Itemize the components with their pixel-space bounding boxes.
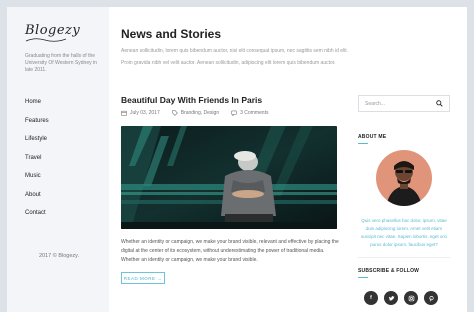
tag-icon: [172, 110, 178, 116]
nav-item-about[interactable]: About: [25, 192, 49, 211]
sidebar-nav: Home Features Lifestyle Travel Music Abo…: [25, 99, 49, 229]
logo-swash-icon: [25, 38, 67, 42]
search-input[interactable]: Search...: [365, 101, 436, 107]
read-more-button[interactable]: READ MORE →: [121, 272, 165, 284]
nav-item-features[interactable]: Features: [25, 118, 49, 137]
search-box[interactable]: Search...: [358, 95, 450, 112]
site-logo[interactable]: Blogezy: [25, 23, 80, 38]
about-me-underline: [358, 143, 368, 144]
avatar-illustration: [376, 150, 432, 206]
nav-item-lifestyle[interactable]: Lifestyle: [25, 136, 49, 155]
page-frame: Blogezy Graduating from the halls of the…: [7, 7, 467, 312]
about-me-title: ABOUT ME: [358, 134, 387, 140]
search-icon[interactable]: [436, 100, 443, 107]
post-categories-text: Branding, Design: [180, 110, 220, 116]
post-categories[interactable]: Branding, Design: [172, 110, 219, 116]
post-date-text: July 03, 2017: [130, 110, 160, 116]
subscribe-title: SUBSCRIBE & FOLLOW: [358, 268, 420, 274]
post-title[interactable]: Beautiful Day With Friends In Paris: [121, 95, 262, 105]
post-date: July 03, 2017: [121, 110, 160, 116]
about-me-text: Quis vero phasellus hac dolor, ipsum, vi…: [360, 218, 448, 247]
pinterest-glyph-icon: [428, 295, 434, 301]
calendar-icon: [121, 110, 127, 116]
copyright: 2017 © Blogezy.: [39, 253, 80, 259]
widget-divider: [358, 257, 450, 258]
site-tagline: Graduating from the halls of the Univers…: [25, 53, 97, 73]
page-description: Aenean sollicitudin, lorem quis bibendum…: [121, 48, 349, 66]
post-meta: July 03, 2017 Branding, Design 3 Comment…: [121, 110, 268, 116]
facebook-icon[interactable]: f: [364, 291, 378, 305]
subscribe-underline: [358, 277, 368, 278]
instagram-glyph-icon: [408, 295, 414, 301]
avatar: [376, 150, 432, 206]
sidebar: Blogezy Graduating from the halls of the…: [7, 7, 109, 312]
main-content: News and Stories Aenean sollicitudin, lo…: [121, 7, 467, 312]
twitter-bird-icon: [388, 295, 394, 300]
page-title: News and Stories: [121, 27, 222, 41]
post-image-illustration: [121, 126, 337, 229]
comment-icon: [231, 110, 237, 116]
nav-item-music[interactable]: Music: [25, 173, 49, 192]
nav-item-contact[interactable]: Contact: [25, 210, 49, 229]
instagram-icon[interactable]: [404, 291, 418, 305]
twitter-icon[interactable]: [384, 291, 398, 305]
post-comments-text: 3 Comments: [240, 110, 269, 116]
nav-item-home[interactable]: Home: [25, 99, 49, 118]
nav-item-travel[interactable]: Travel: [25, 155, 49, 174]
pinterest-icon[interactable]: [424, 291, 438, 305]
post-comments[interactable]: 3 Comments: [231, 110, 268, 116]
post-excerpt: Whether an identity or campaign, we make…: [121, 239, 339, 263]
social-links: f: [364, 291, 438, 305]
post-image[interactable]: [121, 126, 337, 229]
